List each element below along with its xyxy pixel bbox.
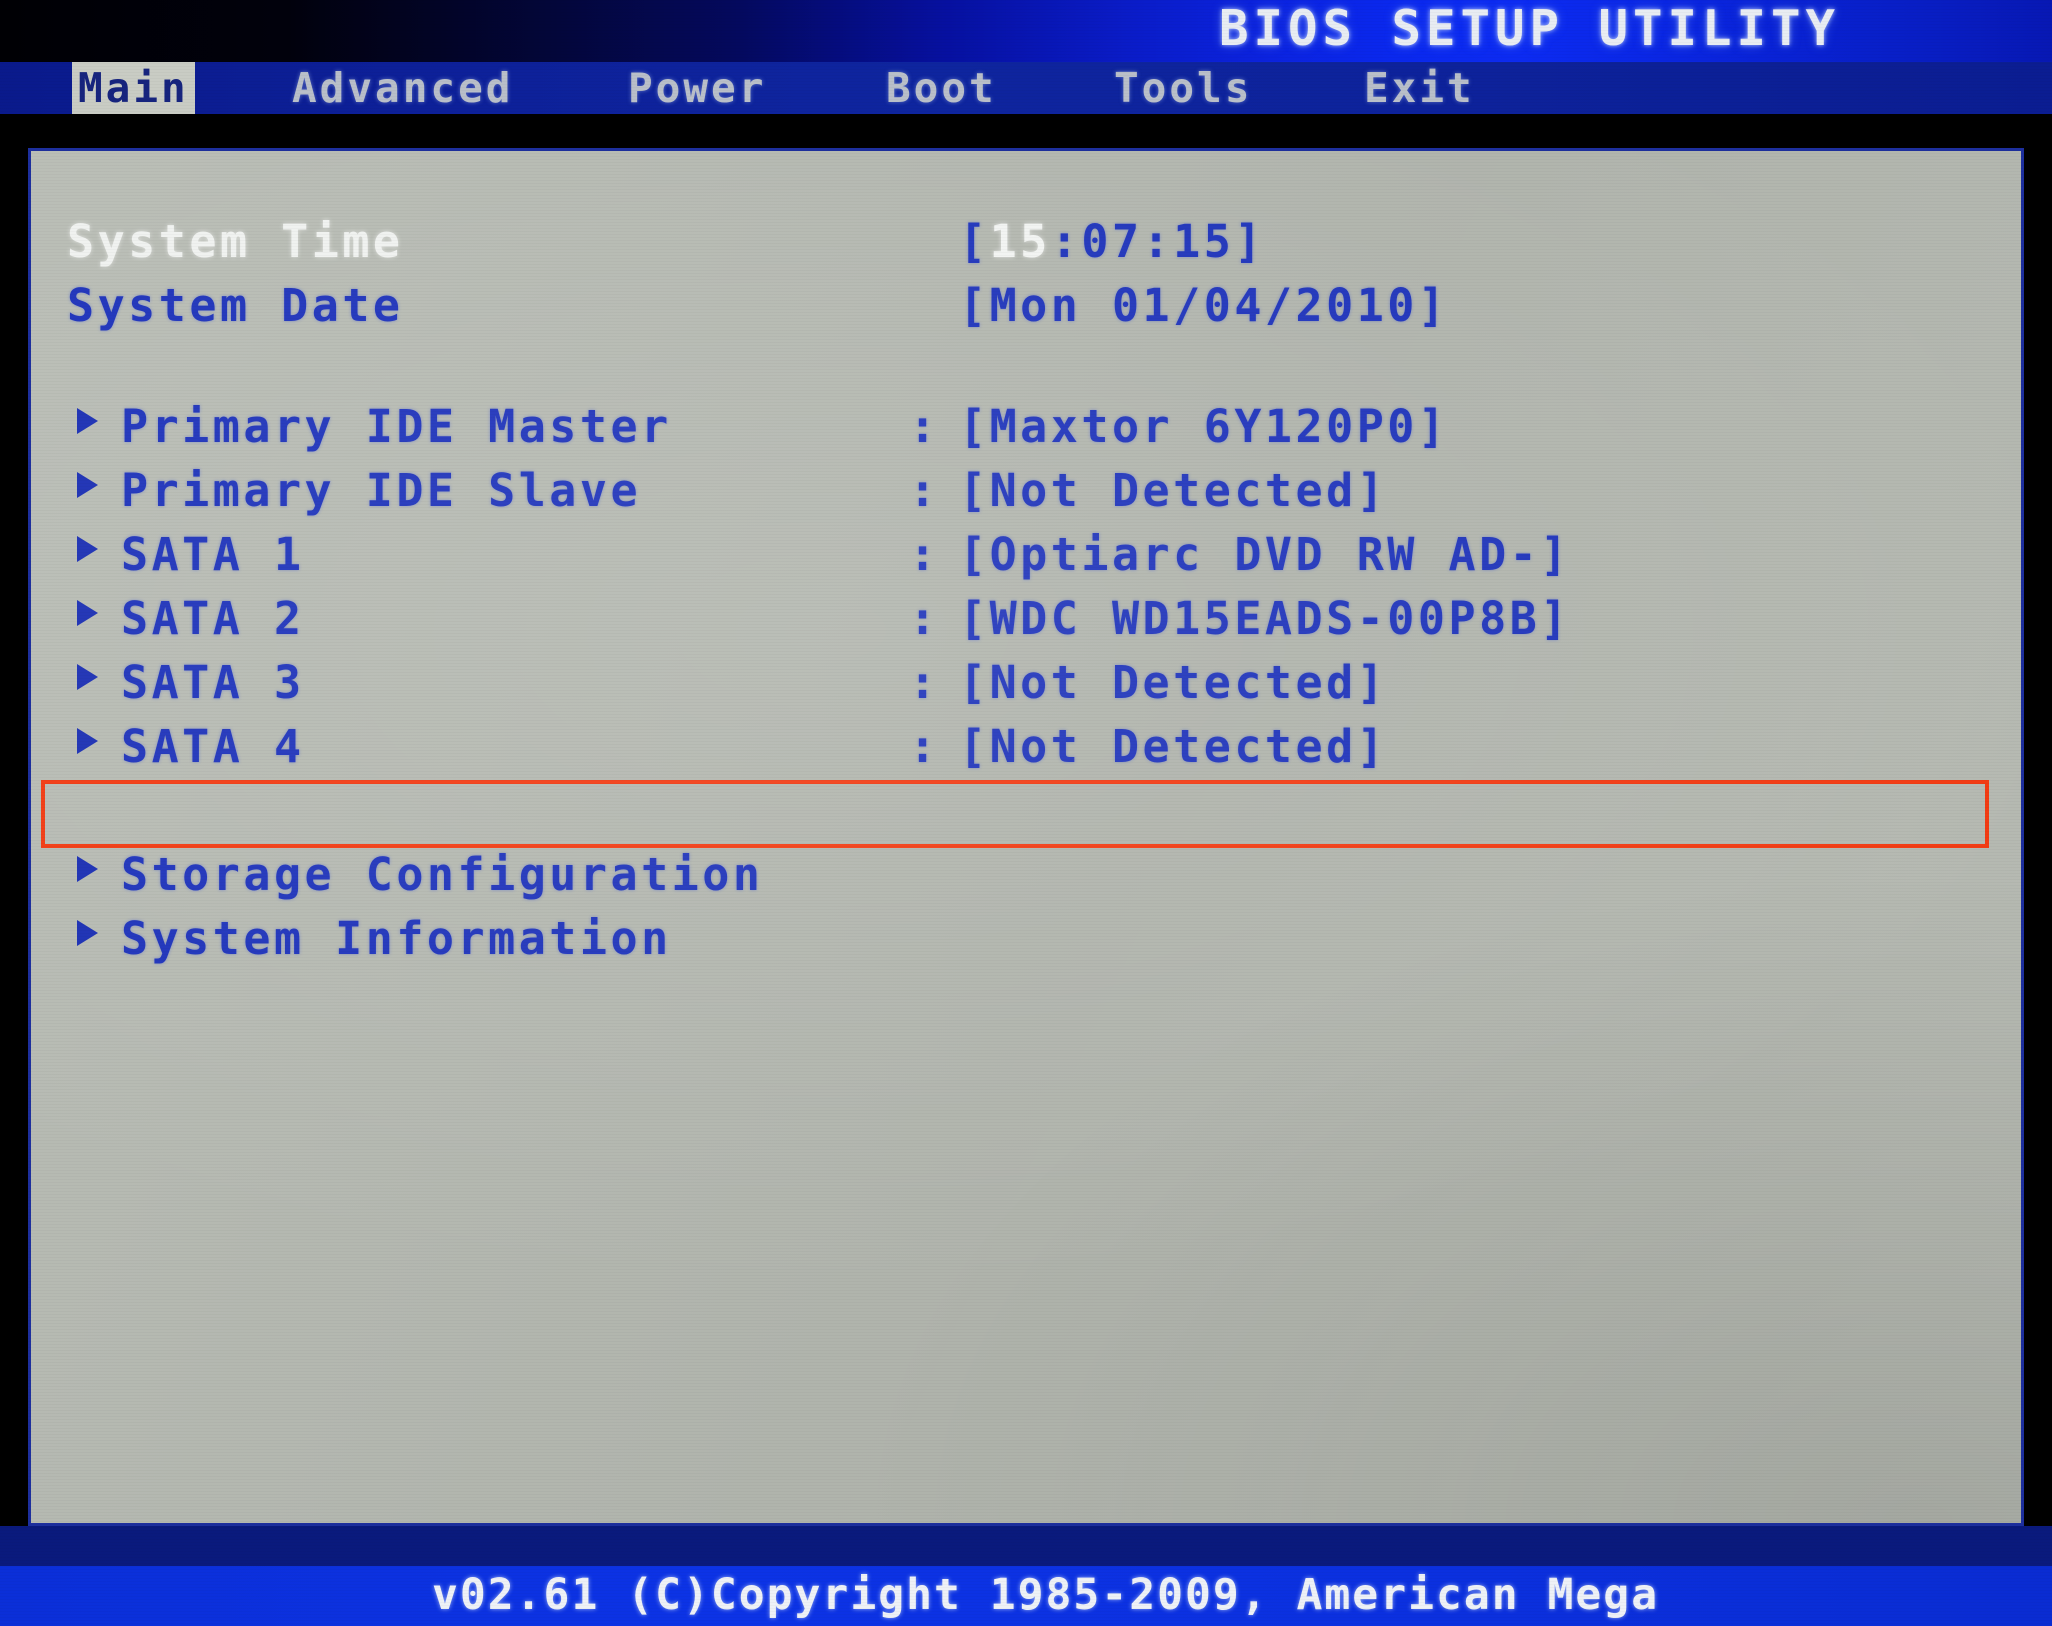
row-label-system-time: System Time bbox=[67, 215, 404, 268]
time-hour-selected[interactable]: 15 bbox=[990, 215, 1051, 268]
row-colon: : bbox=[909, 464, 937, 517]
row-label-system-information: System Information bbox=[121, 912, 672, 965]
row-value-sata-3: [Not Detected] bbox=[959, 656, 1388, 709]
row-value-sata-4: [Not Detected] bbox=[959, 720, 1388, 773]
row-colon: : bbox=[909, 528, 937, 581]
row-storage-configuration[interactable]: Storage Configuration bbox=[31, 844, 2021, 908]
tab-main[interactable]: Main bbox=[72, 62, 195, 114]
row-system-time[interactable]: System Time [15:07:15] bbox=[31, 211, 2021, 275]
footer-bar: v02.61 (C)Copyright 1985-2009, American … bbox=[0, 1566, 2052, 1626]
settings-panel: System Time [15:07:15] System Date [Mon … bbox=[28, 148, 2024, 1526]
row-colon: : bbox=[909, 720, 937, 773]
menu-bar: Main Advanced Power Boot Tools Exit bbox=[0, 62, 2052, 114]
row-colon: : bbox=[909, 592, 937, 645]
row-system-date[interactable]: System Date [Mon 01/04/2010] bbox=[31, 275, 2021, 339]
tab-exit[interactable]: Exit bbox=[1358, 62, 1481, 114]
row-sata-3[interactable]: SATA 3 : [Not Detected] bbox=[31, 652, 2021, 716]
row-value-sata-1: [Optiarc DVD RW AD-] bbox=[959, 528, 1571, 581]
title-band: BIOS SETUP UTILITY bbox=[0, 0, 2052, 62]
row-value-system-time[interactable]: [15:07:15] bbox=[959, 211, 1265, 275]
row-primary-ide-master[interactable]: Primary IDE Master : [Maxtor 6Y120P0] bbox=[31, 396, 2021, 460]
submenu-arrow-icon bbox=[77, 728, 98, 754]
row-sata-2[interactable]: SATA 2 : [WDC WD15EADS-00P8B] bbox=[31, 588, 2021, 652]
row-colon: : bbox=[909, 400, 937, 453]
row-sata-1[interactable]: SATA 1 : [Optiarc DVD RW AD-] bbox=[31, 524, 2021, 588]
footer-separator bbox=[0, 1526, 2052, 1566]
time-bracket-open: [ bbox=[959, 215, 990, 268]
row-label-sata-4: SATA 4 bbox=[121, 720, 305, 773]
tab-advanced[interactable]: Advanced bbox=[286, 62, 519, 114]
submenu-arrow-icon bbox=[77, 664, 98, 690]
row-label-primary-ide-master: Primary IDE Master bbox=[121, 400, 672, 453]
time-remainder: :07:15] bbox=[1050, 215, 1265, 268]
row-sata-4[interactable]: SATA 4 : [Not Detected] bbox=[31, 716, 2021, 780]
submenu-arrow-icon bbox=[77, 472, 98, 498]
tab-boot[interactable]: Boot bbox=[880, 62, 1003, 114]
row-value-sata-2: [WDC WD15EADS-00P8B] bbox=[959, 592, 1571, 645]
row-label-storage-configuration: Storage Configuration bbox=[121, 848, 764, 901]
page-title: BIOS SETUP UTILITY bbox=[1218, 0, 1840, 57]
submenu-arrow-icon bbox=[77, 920, 98, 946]
row-colon: : bbox=[909, 656, 937, 709]
bios-screen: BIOS SETUP UTILITY Main Advanced Power B… bbox=[0, 0, 2052, 1626]
copyright-text: v02.61 (C)Copyright 1985-2009, American … bbox=[432, 1570, 1660, 1620]
submenu-arrow-icon bbox=[77, 408, 98, 434]
tab-power[interactable]: Power bbox=[622, 62, 772, 114]
row-value-primary-ide-slave: [Not Detected] bbox=[959, 464, 1388, 517]
row-label-primary-ide-slave: Primary IDE Slave bbox=[121, 464, 642, 517]
row-value-primary-ide-master: [Maxtor 6Y120P0] bbox=[959, 400, 1449, 453]
row-system-information[interactable]: System Information bbox=[31, 908, 2021, 972]
submenu-arrow-icon bbox=[77, 856, 98, 882]
submenu-arrow-icon bbox=[77, 600, 98, 626]
row-label-system-date: System Date bbox=[67, 279, 404, 332]
tab-tools[interactable]: Tools bbox=[1108, 62, 1258, 114]
row-label-sata-3: SATA 3 bbox=[121, 656, 305, 709]
row-primary-ide-slave[interactable]: Primary IDE Slave : [Not Detected] bbox=[31, 460, 2021, 524]
submenu-arrow-icon bbox=[77, 536, 98, 562]
row-label-sata-1: SATA 1 bbox=[121, 528, 305, 581]
row-label-sata-2: SATA 2 bbox=[121, 592, 305, 645]
row-value-system-date[interactable]: [Mon 01/04/2010] bbox=[959, 275, 1448, 339]
annotation-highlight-box bbox=[41, 780, 1989, 848]
